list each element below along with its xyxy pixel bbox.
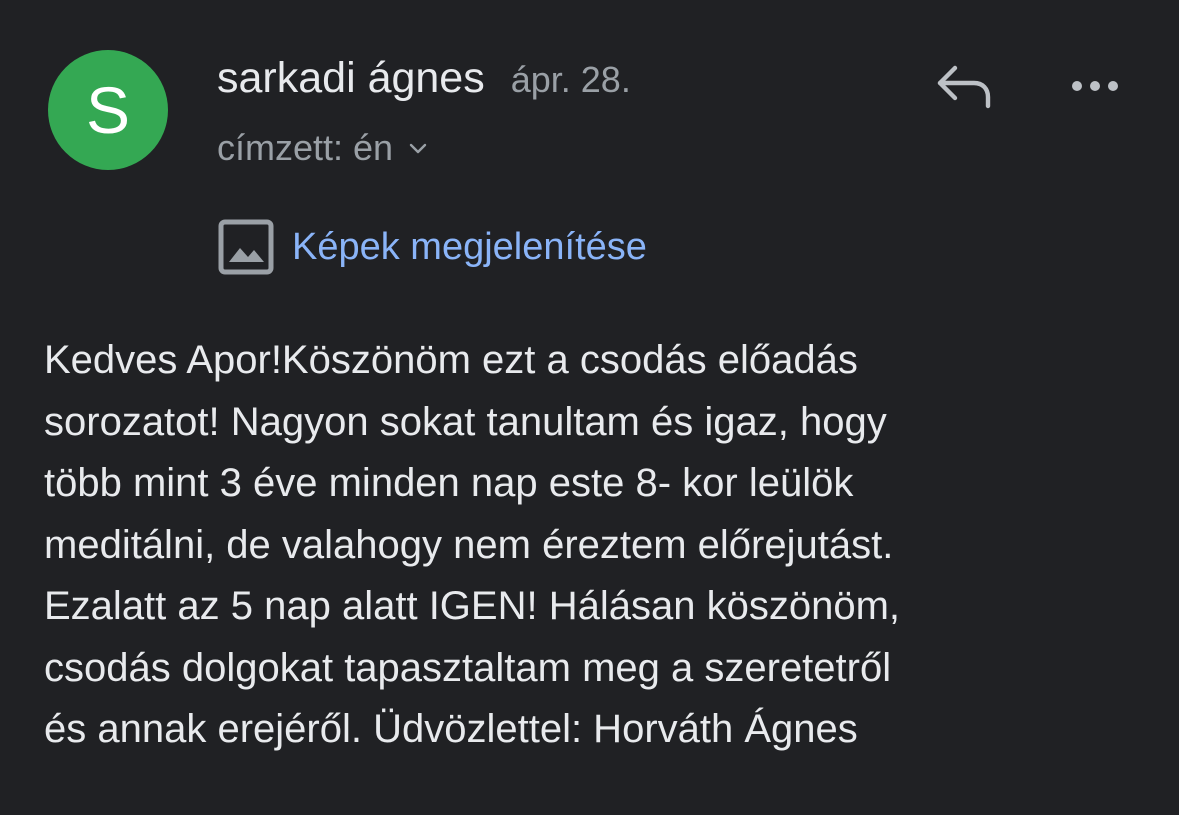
message-body: Kedves Apor!Köszönöm ezt a csodás előadá…	[44, 338, 900, 751]
more-horizontal-icon	[1072, 81, 1118, 91]
sender-header: sarkadi ágnes ápr. 28.	[217, 54, 631, 103]
chevron-down-icon	[409, 143, 427, 154]
sender-name[interactable]: sarkadi ágnes	[217, 54, 485, 103]
image-icon	[218, 219, 274, 275]
recipient-details-toggle[interactable]: címzett: én	[217, 127, 429, 169]
reply-icon	[937, 65, 991, 109]
show-images-link[interactable]: Képek megjelenítése	[218, 219, 647, 275]
reply-button[interactable]	[930, 56, 996, 116]
more-options-button[interactable]	[1062, 60, 1128, 112]
sent-date: ápr. 28.	[510, 59, 631, 100]
avatar[interactable]: S	[48, 50, 168, 170]
recipient-label: címzett: én	[217, 127, 394, 168]
email-view: S sarkadi ágnes ápr. 28. címzett: én Kép…	[0, 0, 1179, 815]
show-images-label: Képek megjelenítése	[292, 225, 647, 268]
avatar-initial: S	[85, 73, 131, 147]
